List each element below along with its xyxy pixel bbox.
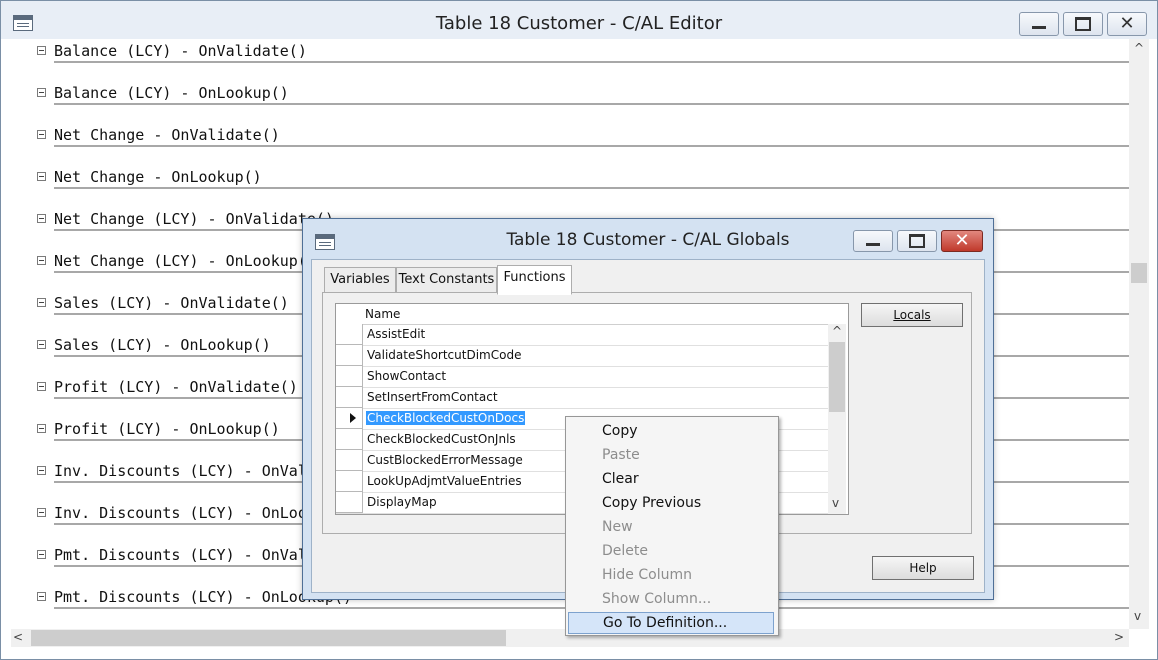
scroll-left-icon[interactable]: < [13, 630, 23, 644]
collapse-icon[interactable] [37, 88, 46, 97]
function-row[interactable]: ValidateShortcutDimCode [336, 345, 828, 367]
row-selector[interactable] [336, 492, 363, 513]
maximize-icon [1075, 17, 1091, 31]
menu-item-label: New [602, 519, 633, 535]
collapse-icon[interactable] [37, 424, 46, 433]
context-menu: Copy Paste Clear Copy Previous New Delete Hide… [565, 416, 779, 636]
scroll-right-icon[interactable]: > [1114, 630, 1124, 644]
trigger-code[interactable]: Net Change - OnValidate() [54, 125, 1129, 147]
collapse-icon[interactable] [37, 340, 46, 349]
row-selector[interactable] [336, 429, 363, 450]
collapse-icon[interactable] [37, 172, 46, 181]
grid-vertical-scrollbar[interactable]: ^ v [828, 324, 846, 514]
trigger-row[interactable]: Balance (LCY) - OnLookup() [11, 83, 1129, 125]
collapse-icon[interactable] [37, 592, 46, 601]
horizontal-scroll-thumb[interactable] [31, 630, 506, 646]
row-selector[interactable] [336, 387, 363, 408]
function-name-cell[interactable]: CheckBlockedCustOnJnls [367, 432, 516, 446]
current-row-icon [350, 413, 356, 423]
menu-item-go-to-definition[interactable]: Go To Definition... [568, 612, 774, 634]
trigger-row[interactable]: Net Change - OnValidate() [11, 125, 1129, 167]
menu-item-label: Go To Definition... [603, 615, 728, 631]
menu-item-new[interactable]: New [568, 516, 774, 538]
close-icon: ✕ [954, 230, 970, 251]
collapse-icon[interactable] [37, 214, 46, 223]
menu-item-label: Hide Column [602, 567, 692, 583]
editor-vertical-scrollbar[interactable]: ^ v [1129, 39, 1149, 629]
row-selector[interactable] [336, 345, 363, 366]
row-selector[interactable] [336, 450, 363, 471]
function-row[interactable]: AssistEdit [336, 324, 828, 346]
editor-titlebar: Table 18 Customer - C/AL Editor ✕ [1, 1, 1157, 39]
tab-functions[interactable]: Functions [497, 265, 572, 295]
row-selector[interactable] [336, 324, 363, 345]
function-row[interactable]: ShowContact [336, 366, 828, 388]
collapse-icon[interactable] [37, 256, 46, 265]
function-name-cell[interactable]: DisplayMap [367, 495, 437, 509]
menu-item-label: Delete [602, 543, 648, 559]
function-name-cell[interactable]: ShowContact [367, 369, 446, 383]
trigger-code[interactable]: Net Change - OnLookup() [54, 167, 1129, 189]
function-row[interactable]: SetInsertFromContact [336, 387, 828, 409]
vertical-scroll-thumb[interactable] [1131, 263, 1147, 283]
editor-title: Table 18 Customer - C/AL Editor [435, 13, 723, 34]
grid-scroll-thumb[interactable] [829, 342, 845, 412]
locals-button-label: Locals [893, 308, 931, 322]
collapse-icon[interactable] [37, 550, 46, 559]
minimize-icon [1032, 25, 1046, 29]
dialog-close-button[interactable]: ✕ [941, 230, 983, 252]
close-icon: ✕ [1119, 13, 1135, 34]
trigger-code[interactable]: Balance (LCY) - OnLookup() [54, 83, 1129, 105]
minimize-icon [866, 242, 880, 246]
row-selector[interactable] [336, 471, 363, 492]
menu-item-show-column[interactable]: Show Column... [568, 588, 774, 610]
collapse-icon[interactable] [37, 382, 46, 391]
collapse-icon[interactable] [37, 508, 46, 517]
collapse-icon[interactable] [37, 298, 46, 307]
close-button[interactable]: ✕ [1107, 12, 1147, 36]
minimize-button[interactable] [1019, 12, 1059, 36]
function-name-cell[interactable]: ValidateShortcutDimCode [367, 348, 521, 362]
column-header-name[interactable]: Name [365, 307, 400, 321]
menu-item-label: Copy [602, 423, 638, 439]
function-name-cell[interactable]: CheckBlockedCustOnDocs [366, 411, 526, 425]
menu-item-copy[interactable]: Copy [568, 420, 774, 442]
row-selector[interactable] [336, 366, 363, 387]
trigger-row[interactable]: Net Change - OnLookup() [11, 167, 1129, 209]
tab-text-constants[interactable]: Text Constants [396, 267, 497, 293]
locals-button[interactable]: Locals [861, 303, 963, 327]
collapse-icon[interactable] [37, 130, 46, 139]
menu-item-label: Clear [602, 471, 639, 487]
function-name-cell[interactable]: CustBlockedErrorMessage [367, 453, 523, 467]
help-button[interactable]: Help [872, 556, 974, 580]
scroll-down-icon[interactable]: v [1134, 609, 1141, 623]
menu-item-label: Paste [602, 447, 640, 463]
maximize-button[interactable] [1063, 12, 1103, 36]
scroll-up-icon[interactable]: ^ [1134, 41, 1144, 55]
function-name-cell[interactable]: LookUpAdjmtValueEntries [367, 474, 522, 488]
grid-header: Name [336, 304, 828, 325]
menu-item-hide-column[interactable]: Hide Column [568, 564, 774, 586]
menu-item-label: Copy Previous [602, 495, 702, 511]
function-name-cell[interactable]: SetInsertFromContact [367, 390, 498, 404]
dialog-minimize-button[interactable] [853, 230, 893, 252]
menu-item-paste[interactable]: Paste [568, 444, 774, 466]
grid-scroll-down-icon[interactable]: v [832, 496, 839, 510]
trigger-row[interactable]: Balance (LCY) - OnValidate() [11, 41, 1129, 83]
menu-item-clear[interactable]: Clear [568, 468, 774, 490]
collapse-icon[interactable] [37, 466, 46, 475]
menu-item-delete[interactable]: Delete [568, 540, 774, 562]
collapse-icon[interactable] [37, 46, 46, 55]
dialog-maximize-button[interactable] [897, 230, 937, 252]
trigger-code[interactable]: Balance (LCY) - OnValidate() [54, 41, 1129, 63]
menu-item-label: Show Column... [602, 591, 712, 607]
grid-scroll-up-icon[interactable]: ^ [832, 324, 842, 338]
menu-item-copy-previous[interactable]: Copy Previous [568, 492, 774, 514]
maximize-icon [909, 234, 925, 248]
function-name-cell[interactable]: AssistEdit [367, 327, 425, 341]
tab-variables[interactable]: Variables [324, 267, 396, 293]
